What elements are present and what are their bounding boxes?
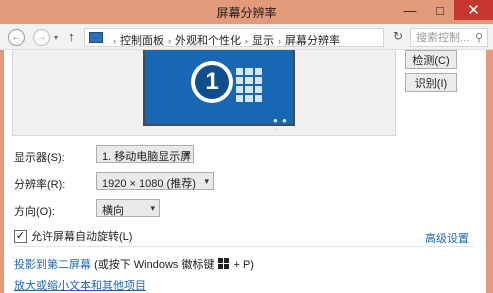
address-path[interactable]: ›控制面板›外观和个性化›显示›屏幕分辨率 ▾ bbox=[84, 28, 451, 48]
monitor-1[interactable]: 1 ● ● ● bbox=[143, 50, 295, 134]
maximize-button[interactable]: □ bbox=[426, 0, 454, 20]
search-input[interactable] bbox=[416, 30, 474, 45]
chevron-down-icon: ▾ bbox=[184, 149, 189, 159]
breadcrumb-item[interactable]: 显示 bbox=[252, 35, 274, 47]
recent-locations-dropdown[interactable]: ▾ bbox=[54, 33, 58, 42]
crumb-separator: › bbox=[245, 36, 248, 46]
auto-rotate-checkbox[interactable]: ✓ bbox=[14, 229, 27, 243]
breadcrumb-item[interactable]: 外观和个性化 bbox=[175, 35, 241, 47]
advanced-settings-link[interactable]: 高级设置 bbox=[425, 230, 469, 246]
main-content: 1 ● ● ● 检测(C) 识别(I) 显示器(S): 1. 移动电脑显示屏 ▾… bbox=[4, 50, 486, 293]
auto-rotate-label[interactable]: 允许屏幕自动旋转(L) bbox=[31, 228, 132, 244]
project-second-screen-link[interactable]: 投影到第二屏幕 bbox=[14, 259, 91, 271]
forward-button[interactable]: → bbox=[33, 29, 50, 46]
back-arrow-icon: ← bbox=[11, 32, 22, 43]
up-button[interactable]: ↑ bbox=[68, 29, 75, 44]
display-select[interactable]: 1. 移动电脑显示屏 ▾ bbox=[96, 145, 194, 163]
refresh-icon[interactable]: ↻ bbox=[390, 29, 406, 46]
display-preview: 1 ● ● ● bbox=[12, 50, 396, 136]
project-second-screen-row: 投影到第二屏幕 (或按下 Windows 徽标键 + P) bbox=[14, 256, 254, 272]
identify-button[interactable]: 识别(I) bbox=[405, 73, 457, 92]
display-label: 显示器(S): bbox=[14, 152, 65, 164]
detect-button[interactable]: 检测(C) bbox=[405, 50, 457, 69]
resolution-label: 分辨率(R): bbox=[14, 179, 66, 191]
crumb-separator: › bbox=[113, 36, 116, 46]
text-size-link[interactable]: 放大或缩小文本和其他项目 bbox=[14, 277, 146, 293]
chevron-down-icon: ▾ bbox=[150, 203, 155, 213]
orientation-label: 方向(O): bbox=[14, 206, 55, 218]
back-button[interactable]: ← bbox=[8, 29, 25, 46]
resolution-select-value: 1920 × 1080 (推荐) bbox=[102, 178, 196, 190]
project-hint-text: (或按下 Windows 徽标键 bbox=[94, 259, 215, 271]
start-screen-icon bbox=[236, 68, 262, 102]
crumb-separator: › bbox=[168, 36, 171, 46]
monitor-number: 1 bbox=[195, 65, 229, 99]
divider bbox=[14, 246, 474, 247]
address-bar: ← → ▾ ↑ ›控制面板›外观和个性化›显示›屏幕分辨率 ▾ ↻ ⚲ bbox=[0, 24, 493, 50]
search-icon[interactable]: ⚲ bbox=[475, 31, 483, 44]
project-hint-suffix: + P) bbox=[233, 259, 254, 271]
minimize-button[interactable]: — bbox=[396, 0, 424, 20]
breadcrumb-item[interactable]: 控制面板 bbox=[120, 35, 164, 47]
close-button[interactable]: ✕ bbox=[454, 0, 493, 20]
window: 屏幕分辨率 — □ ✕ ← → ▾ ↑ › 控制面板 › 外观和个性化 › 显示 › 屏幕分辨… bbox=[0, 0, 493, 293]
crumb-separator: › bbox=[278, 36, 281, 46]
breadcrumb: › 控制面板 › 外观和个性化 › 显示 › 屏幕分辨率 bbox=[109, 32, 340, 48]
chevron-down-icon: ▾ bbox=[204, 176, 209, 186]
auto-rotate-option[interactable]: ✓ 允许屏幕自动旋转(L) bbox=[14, 228, 132, 244]
search-box[interactable]: ⚲ bbox=[410, 28, 488, 47]
orientation-select-value: 横向 bbox=[102, 205, 124, 217]
windows-logo-icon bbox=[218, 258, 230, 269]
orientation-select[interactable]: 横向 ▾ bbox=[96, 199, 160, 217]
control-panel-icon bbox=[89, 32, 103, 43]
title-bar[interactable]: 屏幕分辨率 — □ ✕ bbox=[0, 0, 493, 24]
monitor-number-badge: 1 bbox=[191, 61, 233, 103]
breadcrumb-item[interactable]: 屏幕分辨率 bbox=[285, 35, 340, 47]
forward-arrow-icon: → bbox=[36, 32, 47, 43]
display-select-value: 1. 移动电脑显示屏 bbox=[102, 151, 192, 163]
monitor-dots: ● ● ● bbox=[273, 116, 288, 134]
resolution-select[interactable]: 1920 × 1080 (推荐) ▾ bbox=[96, 172, 214, 190]
